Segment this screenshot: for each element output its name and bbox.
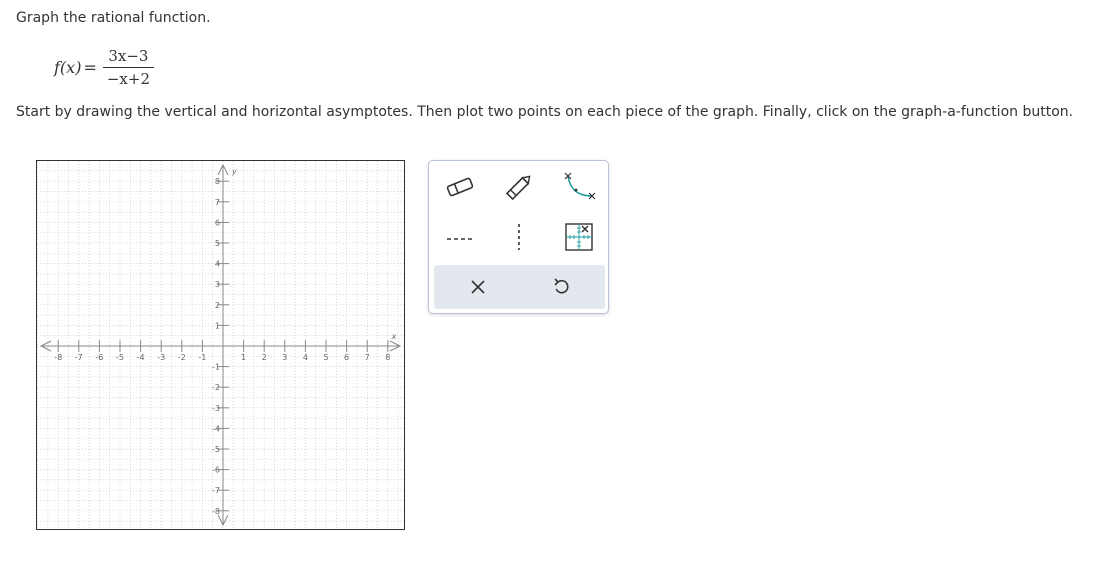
x-tick-label: 7: [365, 353, 370, 362]
instructions-text: Start by drawing the vertical and horizo…: [16, 104, 1074, 120]
y-tick-label: -1: [212, 363, 220, 372]
function-formula: f(x) = 3x−3 −x+2: [54, 44, 154, 90]
x-tick-label: -2: [178, 353, 186, 362]
vertical-dashed-line-tool-button[interactable]: [499, 219, 539, 255]
y-tick-label: -6: [212, 466, 220, 475]
close-icon: [471, 280, 485, 294]
y-tick-label: -4: [212, 424, 220, 433]
y-axis-label: y: [231, 167, 237, 176]
y-tick-label: 3: [215, 280, 220, 289]
x-tick-label: -1: [198, 353, 206, 362]
pencil-icon: [505, 175, 531, 201]
graph-canvas[interactable]: -8 -7 -6 -5 -4 -3 -2 -1 1 2 3 4 5 6 7 8 8 7 6 5 4 3 2 1 -1 -2 -3 -4…: [36, 160, 405, 530]
dashed-line-tool-button[interactable]: [440, 219, 480, 255]
undo-icon: [554, 278, 569, 294]
graph-tool-panel: [428, 160, 609, 314]
y-tick-label: 1: [215, 321, 220, 330]
x-tick-label: -6: [95, 353, 103, 362]
x-tick-label: 4: [303, 353, 308, 362]
x-tick-label: -5: [116, 353, 124, 362]
y-tick-label: -7: [212, 486, 220, 495]
y-tick-label: 5: [215, 239, 220, 248]
y-tick-label: -8: [212, 507, 220, 516]
y-tick-label: -2: [212, 383, 220, 392]
y-tick-label: 6: [215, 218, 220, 227]
x-tick-label: -8: [54, 353, 62, 362]
y-tick-label: 4: [215, 260, 220, 269]
horizontal-dashed-line-icon: [447, 238, 473, 240]
fraction: 3x−3 −x+2: [102, 46, 154, 88]
x-tick-label: -4: [137, 353, 145, 362]
x-tick-label: 5: [323, 353, 328, 362]
y-tick-label: 8: [215, 177, 220, 186]
y-tick-label: -3: [212, 404, 220, 413]
x-axis-label: x: [391, 332, 397, 341]
prompt-text: Graph the rational function.: [16, 10, 211, 26]
eraser-icon: [446, 177, 474, 197]
x-tick-label: -3: [157, 353, 165, 362]
tool-panel-footer: [434, 265, 605, 309]
x-tick-label: 3: [282, 353, 287, 362]
x-tick-label: 6: [344, 353, 349, 362]
undo-button[interactable]: [531, 265, 591, 309]
x-tick-label: 2: [262, 353, 267, 362]
curve-graph-icon: [564, 172, 596, 200]
curve-tool-button[interactable]: [559, 169, 599, 205]
function-name: f(x): [54, 57, 82, 77]
y-tick-label: 2: [215, 301, 220, 310]
graph-a-function-icon: [565, 223, 593, 251]
fraction-numerator: 3x−3: [108, 46, 149, 65]
x-tick-label: 1: [241, 353, 246, 362]
vertical-dashed-line-icon: [518, 224, 520, 250]
graph-a-function-tool-button[interactable]: [559, 219, 599, 255]
pencil-tool-button[interactable]: [499, 169, 539, 205]
eraser-tool-button[interactable]: [440, 169, 480, 205]
coordinate-plane[interactable]: -8 -7 -6 -5 -4 -3 -2 -1 1 2 3 4 5 6 7 8 8 7 6 5 4 3 2 1 -1 -2 -3 -4…: [37, 161, 404, 529]
x-tick-label: 8: [385, 353, 390, 362]
y-tick-label: -5: [212, 445, 220, 454]
clear-button[interactable]: [448, 265, 508, 309]
fraction-denominator: −x+2: [102, 66, 154, 88]
y-tick-label: 7: [215, 198, 220, 207]
x-tick-label: -7: [75, 353, 83, 362]
equals-sign: =: [83, 57, 97, 77]
